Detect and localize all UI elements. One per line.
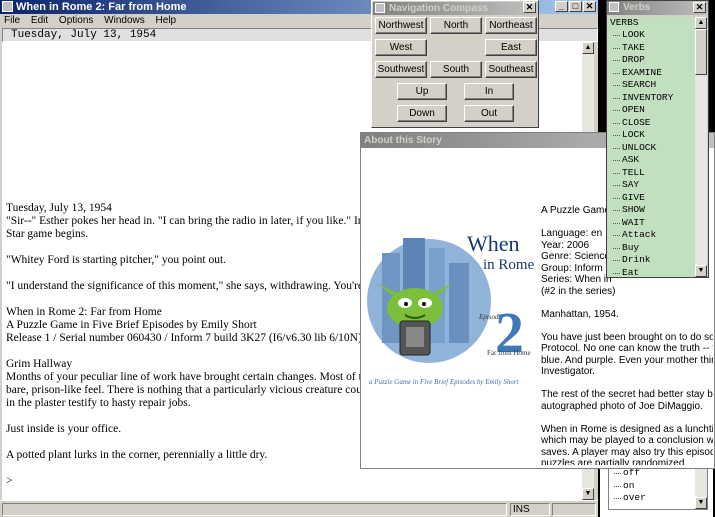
objects-scroll-down-button[interactable]: ▼ (695, 497, 707, 509)
verbs-scroll-thumb[interactable] (695, 29, 707, 75)
northwest-button[interactable]: Northwest (375, 17, 427, 34)
verb-items: LOOK TAKE DROP EXAMINE SEARCH INVENTORY OPEN CL… (608, 29, 695, 277)
about-line (541, 378, 713, 390)
verb-item[interactable]: INVENTORY (608, 92, 695, 105)
about-line: (#2 in the series) (541, 285, 616, 297)
verb-item[interactable]: EXAMINE (608, 67, 695, 80)
compass-app-icon (375, 3, 385, 13)
about-line: The rest of the secret had better stay b… (541, 389, 713, 400)
cover-art: When in Rome Episode 2 Far from Home a P… (367, 223, 537, 391)
status-bar-panel-2 (552, 503, 596, 516)
verb-item[interactable]: LOOK (608, 29, 695, 42)
verbs-window: Verbs ✕ VERBS LOOK TAKE DROP EXAMINE SEARCH I… (606, 0, 709, 278)
status-line-text: Tuesday, July 13, 1954 (11, 29, 157, 41)
verbs-app-icon (609, 2, 619, 12)
verb-item[interactable]: CLOSE (608, 117, 695, 130)
scroll-down-button[interactable]: ▼ (582, 488, 594, 500)
menu-edit[interactable]: Edit (31, 15, 48, 26)
cover-subtitle: Far from Home (487, 349, 531, 357)
down-button[interactable]: Down (397, 105, 447, 122)
app-icon (2, 1, 13, 12)
verb-item[interactable]: ASK (608, 154, 695, 167)
about-line: which may be played to a conclusion with… (541, 435, 713, 446)
verb-item[interactable]: Drink (608, 254, 695, 267)
verb-item[interactable]: Buy (608, 242, 695, 255)
menu-windows[interactable]: Windows (104, 15, 145, 26)
north-button[interactable]: North (430, 17, 482, 34)
verbs-titlebar[interactable]: Verbs ✕ (607, 1, 708, 15)
southwest-button[interactable]: Southwest (375, 61, 427, 78)
about-line: When in Rome is designed as a lunchtime (541, 423, 713, 435)
verb-item[interactable]: SEARCH (608, 79, 695, 92)
about-line: blue. And purple. Even your mother think… (541, 354, 713, 366)
verb-item[interactable]: SAY (608, 179, 695, 192)
verbs-scrollbar[interactable]: ▲ ▼ (695, 17, 707, 277)
verb-item[interactable]: TAKE (608, 42, 695, 55)
ins-indicator: INS (510, 503, 550, 516)
verb-item[interactable]: DROP (608, 54, 695, 67)
object-item[interactable]: over (609, 492, 646, 505)
about-line: Manhattan, 1954. (541, 308, 619, 320)
scroll-up-button[interactable]: ▲ (582, 42, 594, 54)
verbs-title: Verbs (623, 2, 651, 13)
about-line: Investigator. (541, 366, 595, 377)
up-button[interactable]: Up (397, 83, 447, 100)
verbs-close-button[interactable]: ✕ (693, 2, 706, 13)
cover-title-line2: in Rome (483, 257, 535, 273)
about-line (541, 412, 713, 424)
status-bar-panel (2, 503, 507, 516)
northeast-button[interactable]: Northeast (485, 17, 537, 34)
about-title: About this Story (364, 135, 442, 146)
cover-caption: a Puzzle Game in Five Brief Episodes by … (369, 378, 519, 386)
verb-item[interactable]: Attack (608, 229, 695, 242)
compass-window: Navigation Compass ✕ Northwest North Nor… (371, 0, 539, 128)
menu-help[interactable]: Help (156, 15, 177, 26)
compass-close-button[interactable]: ✕ (523, 2, 536, 13)
main-window-title: When in Rome 2: Far from Home (16, 1, 187, 13)
east-button[interactable]: East (485, 39, 537, 56)
about-line (541, 297, 713, 309)
verbs-list: VERBS LOOK TAKE DROP EXAMINE SEARCH INVENTORY… (608, 17, 695, 277)
south-button[interactable]: South (430, 61, 482, 78)
verbs-scroll-down-button[interactable]: ▼ (695, 265, 707, 277)
verb-item[interactable]: Eat (608, 267, 695, 277)
verb-item[interactable]: LOCK (608, 129, 695, 142)
about-line: puzzles are partially randomized. (541, 458, 688, 465)
object-item[interactable]: on (609, 480, 646, 493)
verb-item[interactable]: UNLOCK (608, 142, 695, 155)
menu-options[interactable]: Options (59, 15, 93, 26)
west-button[interactable]: West (375, 39, 427, 56)
southeast-button[interactable]: Southeast (485, 61, 537, 78)
in-button[interactable]: In (464, 83, 514, 100)
verb-item[interactable]: TELL (608, 167, 695, 180)
verb-item[interactable]: GIVE (608, 192, 695, 205)
out-button[interactable]: Out (464, 105, 514, 122)
verbs-scroll-up-button[interactable]: ▲ (695, 17, 707, 29)
about-line: Protocol. No one can know the truth -- t… (541, 343, 713, 354)
verb-item[interactable]: WAIT (608, 217, 695, 230)
compass-titlebar[interactable]: Navigation Compass ✕ (373, 2, 537, 15)
compass-title: Navigation Compass (389, 3, 488, 14)
menu-bar: File Edit Options Windows Help (4, 14, 184, 28)
status-bar: INS (0, 500, 598, 517)
verbs-root[interactable]: VERBS (608, 17, 695, 29)
cover-title-line1: When (467, 231, 520, 256)
menu-file[interactable]: File (4, 15, 20, 26)
objects-list: off on over (609, 467, 646, 505)
close-button[interactable]: ✕ (583, 1, 596, 12)
about-line: You have just been brought on to do some (541, 331, 713, 343)
minimize-button[interactable]: _ (555, 1, 568, 12)
about-line: saves. A player may also try this episod… (541, 446, 713, 458)
about-line: autographed photo of Joe DiMaggio. (541, 400, 703, 412)
ins-label: INS (513, 504, 530, 515)
verb-item[interactable]: SHOW (608, 204, 695, 217)
verb-item[interactable]: OPEN (608, 104, 695, 117)
about-line (541, 320, 713, 332)
story-line: > (6, 475, 13, 487)
maximize-button[interactable]: □ (569, 1, 582, 12)
